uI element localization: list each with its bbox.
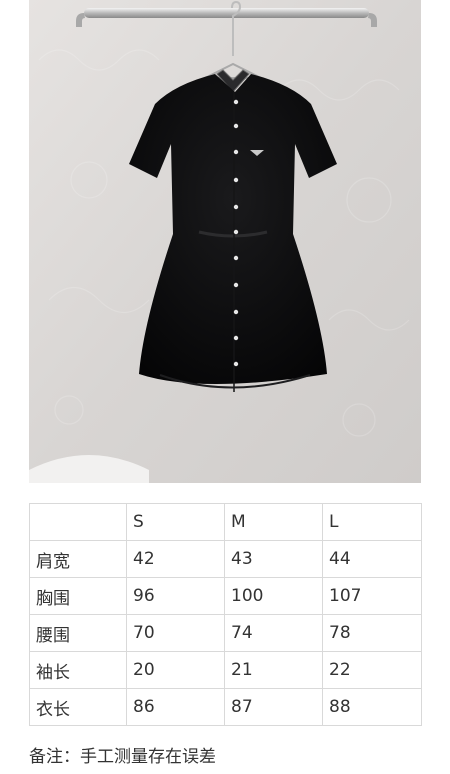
table-cell: 43: [224, 540, 323, 578]
size-chart: S M L 肩宽 42 43 44 胸围 96 100 107 腰围 70 74…: [29, 503, 422, 726]
row-label-chest: 胸围: [29, 577, 127, 615]
table-cell: 74: [224, 614, 323, 652]
measurement-note: 备注：手工测量存在误差: [29, 747, 216, 767]
table-cell: 20: [126, 651, 225, 689]
table-header-cell: [29, 503, 127, 541]
table-row: 袖长 20 21 22: [29, 651, 422, 689]
table-cell: 100: [224, 577, 323, 615]
dress-image: [29, 0, 421, 483]
table-cell: 96: [126, 577, 225, 615]
table-row: 肩宽 42 43 44: [29, 540, 422, 578]
table-cell: 42: [126, 540, 225, 578]
size-table: S M L 肩宽 42 43 44 胸围 96 100 107 腰围 70 74…: [29, 503, 422, 726]
table-cell: 21: [224, 651, 323, 689]
size-s-header: S: [126, 503, 225, 541]
size-l-header: L: [322, 503, 422, 541]
table-cell: 70: [126, 614, 225, 652]
row-label-shoulder: 肩宽: [29, 540, 127, 578]
size-m-header: M: [224, 503, 323, 541]
table-cell: 22: [322, 651, 422, 689]
table-cell: 86: [126, 688, 225, 726]
product-photo[interactable]: [29, 0, 421, 483]
table-cell: 88: [322, 688, 422, 726]
table-cell: 44: [322, 540, 422, 578]
row-label-waist: 腰围: [29, 614, 127, 652]
table-cell: 78: [322, 614, 422, 652]
table-cell: 107: [322, 577, 422, 615]
row-label-length: 衣长: [29, 688, 127, 726]
table-row: 衣长 86 87 88: [29, 688, 422, 726]
table-row: 腰围 70 74 78: [29, 614, 422, 652]
table-header-row: S M L: [29, 503, 422, 541]
row-label-sleeve: 袖长: [29, 651, 127, 689]
table-row: 胸围 96 100 107: [29, 577, 422, 615]
table-cell: 87: [224, 688, 323, 726]
product-detail-page: S M L 肩宽 42 43 44 胸围 96 100 107 腰围 70 74…: [0, 0, 450, 774]
